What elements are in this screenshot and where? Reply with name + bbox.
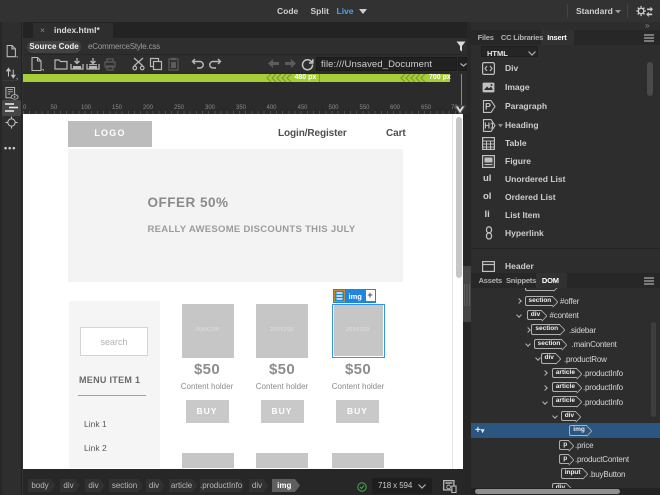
svg-text:P: P	[485, 102, 491, 112]
svg-text:H1: H1	[484, 121, 495, 130]
